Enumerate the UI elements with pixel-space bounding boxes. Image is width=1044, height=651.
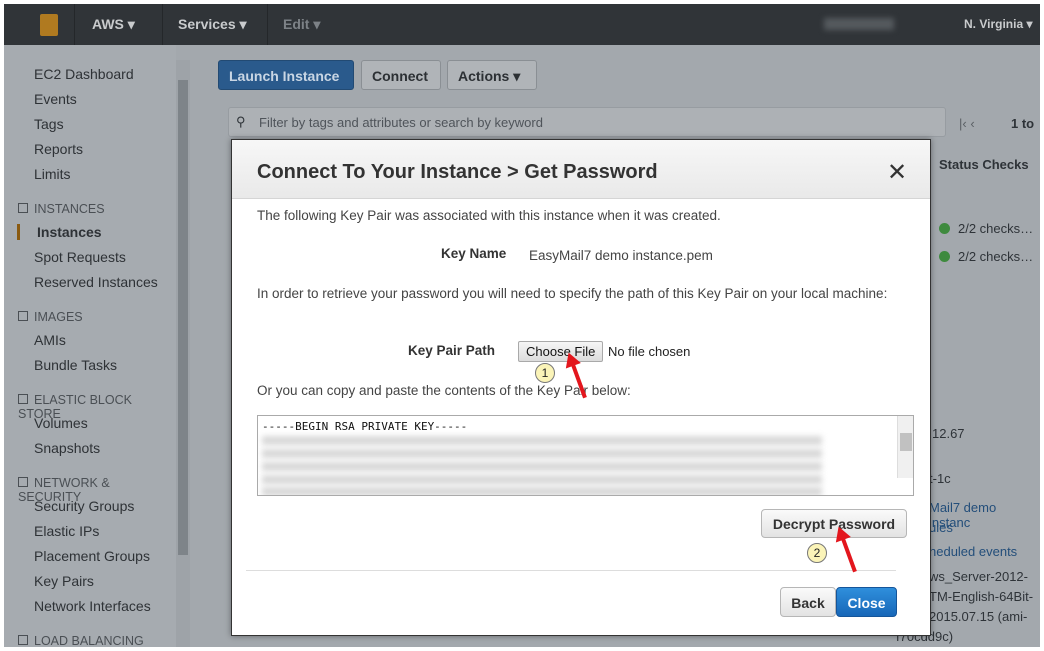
sidebar-item-events[interactable]: Events xyxy=(34,91,77,107)
sidebar-item-key-pairs[interactable]: Key Pairs xyxy=(34,573,94,589)
search-input[interactable]: Filter by tags and attributes or search … xyxy=(228,107,946,137)
sidebar-item-bundle-tasks[interactable]: Bundle Tasks xyxy=(34,357,117,373)
key-name-label: Key Name xyxy=(441,246,507,261)
sidebar-item-amis[interactable]: AMIs xyxy=(34,332,66,348)
close-button[interactable]: Close xyxy=(836,587,897,617)
sidebar-scrollbar[interactable] xyxy=(176,60,190,647)
sidebar-item-network-interfaces[interactable]: Network Interfaces xyxy=(34,598,151,614)
sidebar-item-reserved-instances[interactable]: Reserved Instances xyxy=(34,274,158,290)
detail-zone: t-1c xyxy=(929,471,951,486)
detail-ip: 12.67 xyxy=(932,426,965,441)
sidebar-item-security-groups[interactable]: Security Groups xyxy=(34,498,134,514)
intro-text: The following Key Pair was associated wi… xyxy=(257,208,721,223)
sidebar-item-reports[interactable]: Reports xyxy=(34,141,83,157)
sidebar-item-snapshots[interactable]: Snapshots xyxy=(34,440,100,456)
path-instructions: In order to retrieve your password you w… xyxy=(257,286,888,301)
actions-button[interactable]: Actions ▾ xyxy=(447,60,537,90)
services-menu[interactable]: Services ▾ xyxy=(178,16,247,33)
pager-first-prev-icon[interactable]: |‹ ‹ xyxy=(959,116,975,131)
top-nav-bar: AWS ▾ Services ▾ Edit ▾ N. Virginia ▾ xyxy=(4,4,1040,45)
account-name-blurred[interactable] xyxy=(824,18,894,30)
sidebar-item-instances[interactable]: Instances xyxy=(17,224,102,240)
sidebar-item-elastic-ips[interactable]: Elastic IPs xyxy=(34,523,99,539)
key-pair-path-label: Key Pair Path xyxy=(408,343,496,358)
private-key-textarea[interactable]: -----BEGIN RSA PRIVATE KEY----- xyxy=(257,415,914,496)
choose-file-button[interactable]: Choose File xyxy=(518,341,604,362)
divider xyxy=(246,570,896,571)
region-menu[interactable]: N. Virginia ▾ xyxy=(964,17,1033,31)
step-1-badge: 1 xyxy=(535,363,555,383)
sidebar-item-tags[interactable]: Tags xyxy=(34,116,64,132)
detail-ami-1: ws_Server-2012- xyxy=(929,569,1028,584)
status-check-row-1: 2/2 checks… xyxy=(939,221,1033,236)
check-icon xyxy=(939,223,950,234)
aws-menu[interactable]: AWS ▾ xyxy=(92,16,135,33)
no-file-text: No file chosen xyxy=(608,344,691,359)
section-load-balancing[interactable]: LOAD BALANCING xyxy=(18,634,144,647)
status-checks-header[interactable]: Status Checks xyxy=(939,157,1029,172)
launch-instance-button[interactable]: Launch Instance xyxy=(218,60,354,90)
detail-ami-2: TM-English-64Bit- xyxy=(929,589,1034,604)
pager-text: 1 to xyxy=(1011,116,1035,131)
search-icon: ⚲ xyxy=(236,114,246,129)
paste-instructions: Or you can copy and paste the contents o… xyxy=(257,383,631,398)
step-2-badge: 2 xyxy=(807,543,827,563)
detail-ami-3: 2015.07.15 (ami- xyxy=(929,609,1028,624)
sidebar-item-ec2-dashboard[interactable]: EC2 Dashboard xyxy=(34,66,134,82)
detail-events[interactable]: heduled events xyxy=(929,544,1017,559)
edit-menu[interactable]: Edit ▾ xyxy=(283,16,320,33)
sidebar-item-placement-groups[interactable]: Placement Groups xyxy=(34,548,150,564)
dialog-title: Connect To Your Instance > Get Password xyxy=(257,161,658,183)
sidebar: EC2 Dashboard Events Tags Reports Limits… xyxy=(4,45,176,647)
sidebar-item-volumes[interactable]: Volumes xyxy=(34,415,88,431)
textarea-scrollbar[interactable] xyxy=(897,416,913,478)
section-images[interactable]: IMAGES xyxy=(18,310,83,324)
back-button[interactable]: Back xyxy=(780,587,836,617)
aws-logo-icon xyxy=(40,14,58,36)
close-icon[interactable]: ✕ xyxy=(887,158,907,187)
detail-rules[interactable]: ules xyxy=(929,520,953,535)
connect-button[interactable]: Connect xyxy=(361,60,441,90)
sidebar-item-limits[interactable]: Limits xyxy=(34,166,71,182)
section-instances[interactable]: INSTANCES xyxy=(18,202,105,216)
status-check-row-2: 2/2 checks… xyxy=(939,249,1033,264)
sidebar-item-spot-requests[interactable]: Spot Requests xyxy=(34,249,126,265)
check-icon xyxy=(939,251,950,262)
key-name-value: EasyMail7 demo instance.pem xyxy=(529,248,713,263)
